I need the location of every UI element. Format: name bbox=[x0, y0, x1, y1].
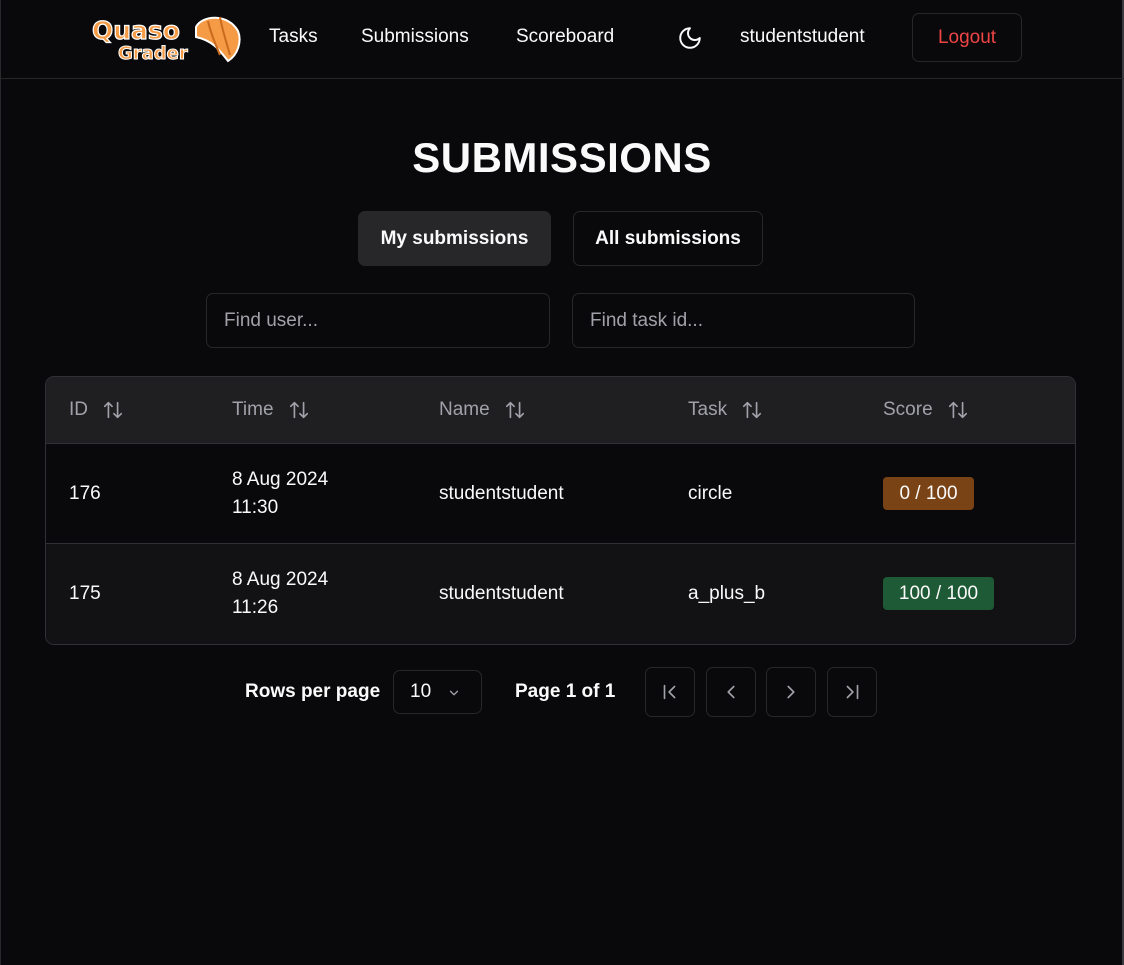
chevron-down-icon bbox=[449, 690, 459, 696]
quaso-grader-logo[interactable]: Quaso Grader bbox=[90, 11, 242, 65]
cell-time: 8 Aug 2024 11:30 bbox=[232, 466, 328, 522]
next-page-button[interactable] bbox=[766, 667, 816, 717]
cell-name: studentstudent bbox=[439, 483, 564, 504]
table-row[interactable]: 176 8 Aug 2024 11:30 studentstudent circ… bbox=[46, 444, 1075, 544]
chevrons-left-first-icon bbox=[663, 684, 676, 700]
column-header-task[interactable]: Task bbox=[688, 399, 763, 421]
my-submissions-button[interactable]: My submissions bbox=[358, 211, 551, 266]
navbar: Quaso Grader Tasks Submissions Scoreboar… bbox=[0, 0, 1124, 79]
rows-per-page-select[interactable]: 10 bbox=[393, 670, 482, 714]
column-header-score[interactable]: Score bbox=[883, 399, 969, 421]
cell-date: 8 Aug 2024 bbox=[232, 469, 329, 490]
nav-link-tasks[interactable]: Tasks bbox=[269, 26, 318, 48]
column-header-label: Name bbox=[439, 399, 490, 420]
chevron-left-icon bbox=[727, 685, 735, 699]
cell-task[interactable]: circle bbox=[688, 480, 732, 508]
first-page-button[interactable] bbox=[645, 667, 695, 717]
current-username: studentstudent bbox=[740, 26, 865, 47]
theme-toggle-button[interactable] bbox=[677, 25, 703, 51]
find-task-input[interactable] bbox=[572, 293, 915, 348]
sort-icon bbox=[289, 401, 308, 419]
logo-text-bottom: Grader bbox=[118, 43, 188, 64]
column-header-id[interactable]: ID bbox=[69, 399, 124, 421]
logout-button[interactable]: Logout bbox=[912, 13, 1022, 62]
column-header-time[interactable]: Time bbox=[232, 399, 310, 421]
submissions-table: ID Time Name Task Score 176 8 Aug 2024 1… bbox=[45, 376, 1076, 645]
sort-icon bbox=[743, 401, 762, 419]
sort-icon bbox=[103, 401, 123, 419]
nav-link-submissions[interactable]: Submissions bbox=[361, 26, 469, 48]
chevrons-right-last-icon bbox=[846, 684, 859, 700]
all-submissions-button[interactable]: All submissions bbox=[573, 211, 763, 266]
table-header: ID Time Name Task Score bbox=[46, 377, 1075, 444]
page-title: SUBMISSIONS bbox=[412, 134, 712, 181]
page-indicator: Page 1 of 1 bbox=[515, 681, 616, 702]
cell-clock: 11:26 bbox=[232, 597, 279, 618]
column-header-label: Time bbox=[232, 399, 274, 420]
sort-icon bbox=[948, 401, 967, 419]
cell-id: 176 bbox=[69, 483, 101, 504]
table-row[interactable]: 175 8 Aug 2024 11:26 studentstudent a_pl… bbox=[46, 544, 1075, 644]
chevron-right-icon bbox=[787, 685, 795, 699]
cell-clock: 11:30 bbox=[232, 497, 279, 518]
column-header-label: Task bbox=[688, 399, 728, 420]
cell-name: studentstudent bbox=[439, 583, 564, 604]
sort-icon bbox=[505, 401, 524, 419]
rows-per-page-label: Rows per page bbox=[245, 681, 381, 702]
logo-text-top: Quaso bbox=[92, 16, 180, 45]
find-user-input[interactable] bbox=[206, 293, 550, 348]
column-header-label: Score bbox=[883, 399, 933, 420]
previous-page-button[interactable] bbox=[706, 667, 756, 717]
croissant-logo-icon: Quaso Grader bbox=[91, 15, 241, 65]
column-header-name[interactable]: Name bbox=[439, 399, 526, 421]
column-header-label: ID bbox=[69, 399, 88, 420]
cell-date: 8 Aug 2024 bbox=[232, 569, 329, 590]
cell-id: 175 bbox=[69, 583, 101, 604]
last-page-button[interactable] bbox=[827, 667, 877, 717]
cell-time: 8 Aug 2024 11:26 bbox=[232, 566, 328, 622]
score-badge: 0 / 100 bbox=[883, 477, 974, 510]
score-badge: 100 / 100 bbox=[883, 577, 994, 610]
moon-icon bbox=[679, 27, 701, 49]
rows-per-page-value: 10 bbox=[410, 681, 432, 702]
cell-task[interactable]: a_plus_b bbox=[688, 580, 765, 608]
nav-link-scoreboard[interactable]: Scoreboard bbox=[516, 26, 614, 48]
